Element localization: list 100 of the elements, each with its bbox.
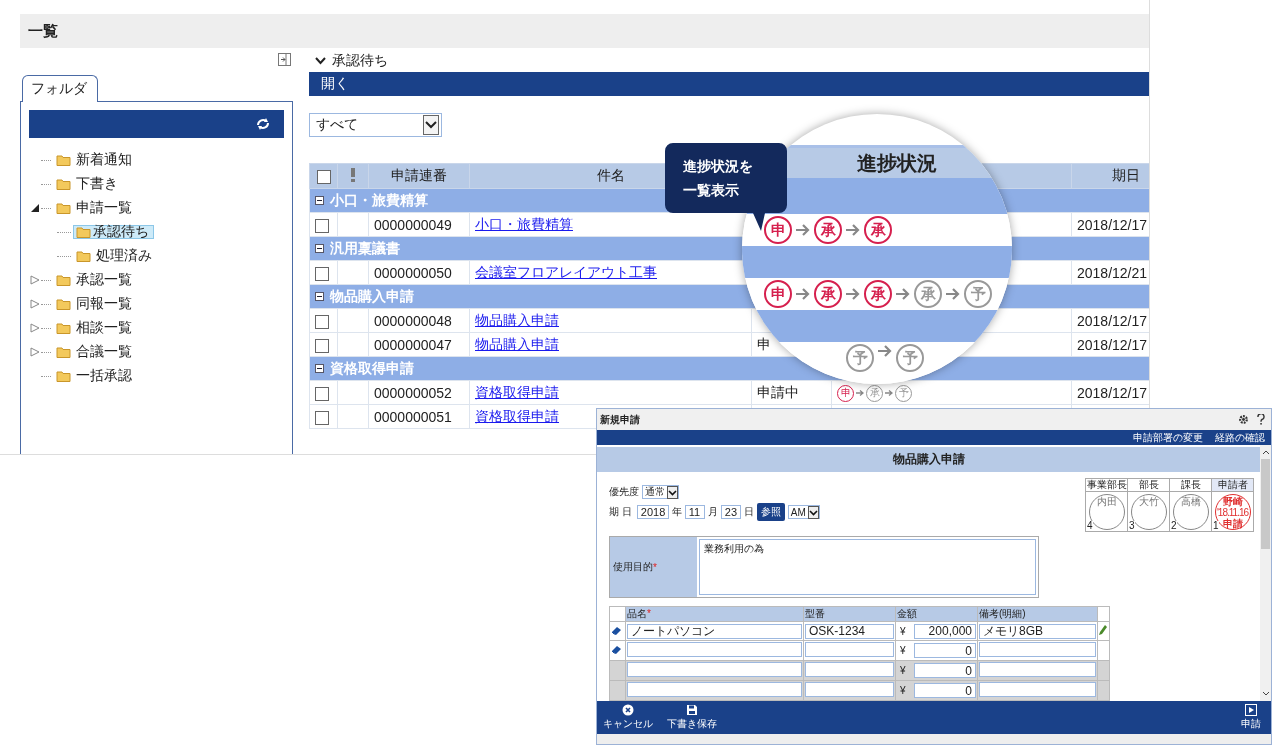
collapse-icon[interactable] xyxy=(315,244,324,253)
save-draft-button[interactable]: 下書き保存 xyxy=(665,701,719,734)
table-cell: 0000000050 xyxy=(374,264,452,281)
collapsed-triangle-icon[interactable] xyxy=(30,275,40,285)
help-icon[interactable] xyxy=(1257,414,1265,425)
text-field[interactable] xyxy=(627,662,802,677)
eraser-icon[interactable] xyxy=(611,625,622,635)
amount-field[interactable]: 0 xyxy=(914,663,976,678)
filter-select[interactable]: すべて xyxy=(309,113,442,137)
page-title: 一覧 xyxy=(28,21,58,41)
folder-icon xyxy=(76,250,91,262)
year-field[interactable]: 2018 xyxy=(636,505,669,519)
text-field[interactable] xyxy=(979,662,1096,677)
submit-button[interactable]: 申請 xyxy=(1239,701,1263,734)
order-number: 1 xyxy=(1213,521,1219,531)
table-cell: 0000000047 xyxy=(374,336,452,353)
text-field[interactable]: メモリ8GB xyxy=(979,623,1096,639)
collapse-panel-icon[interactable] xyxy=(278,53,291,66)
collapse-icon[interactable] xyxy=(315,364,324,373)
currency-label: ¥ xyxy=(900,645,906,656)
save-icon xyxy=(686,704,698,716)
collapse-icon[interactable] xyxy=(315,196,324,205)
scroll-down-icon[interactable] xyxy=(1261,691,1270,697)
subject-link[interactable]: 資格取得申請 xyxy=(475,407,559,424)
amount-field[interactable]: 200,000 xyxy=(914,623,976,639)
table-cell: 0000000049 xyxy=(374,216,452,233)
folder-item[interactable]: 申請一覧 xyxy=(53,197,137,219)
row-checkbox[interactable] xyxy=(315,314,329,329)
priority-select[interactable]: 通常 xyxy=(642,485,679,499)
folder-tab[interactable]: フォルダ xyxy=(22,75,98,102)
header-link[interactable]: 経路の確認 xyxy=(1215,430,1265,445)
column-header: 型番 xyxy=(805,608,825,619)
text-field[interactable] xyxy=(805,642,894,657)
collapsed-triangle-icon[interactable] xyxy=(30,347,40,357)
text-field[interactable]: OSK-1234 xyxy=(805,623,894,639)
folder-icon xyxy=(56,202,71,214)
text-field[interactable] xyxy=(805,662,894,677)
caret-icon xyxy=(423,115,439,135)
scrollbar-thumb[interactable] xyxy=(1261,459,1270,549)
folder-item[interactable]: 承認一覧 xyxy=(53,269,137,291)
row-checkbox[interactable] xyxy=(315,218,329,233)
arrow-icon xyxy=(856,389,864,398)
folder-item[interactable]: 処理済み xyxy=(73,245,157,267)
folder-item[interactable]: 合議一覧 xyxy=(53,341,137,363)
collapsed-triangle-icon[interactable] xyxy=(30,299,40,309)
text-field[interactable] xyxy=(979,642,1096,657)
folder-icon xyxy=(76,226,91,238)
text-field[interactable]: ノートパソコン xyxy=(627,623,802,639)
stamp: 予 xyxy=(964,280,992,308)
refresh-icon[interactable] xyxy=(256,118,270,130)
unit-label: 月 xyxy=(707,505,718,519)
amount-field[interactable]: 0 xyxy=(914,643,976,658)
text-field[interactable] xyxy=(805,682,894,697)
folder-item[interactable]: 下書き xyxy=(53,173,123,195)
folder-icon xyxy=(56,178,71,190)
group-title: 資格取得申請 xyxy=(330,359,414,378)
section-toggle[interactable]: 承認待ち xyxy=(309,50,1149,72)
row-checkbox[interactable] xyxy=(315,386,329,401)
currency-label: ¥ xyxy=(900,665,906,676)
text-field[interactable] xyxy=(979,682,1096,697)
folder-item[interactable]: 一括承認 xyxy=(53,365,137,387)
stamp: 承 xyxy=(864,280,892,308)
scrollbar[interactable] xyxy=(1260,445,1271,701)
purpose-textarea[interactable]: 業務利用の為 xyxy=(699,539,1036,595)
folder-item[interactable]: 新着通知 xyxy=(53,149,137,171)
folder-item[interactable]: 同報一覧 xyxy=(53,293,137,315)
row-checkbox[interactable] xyxy=(315,338,329,353)
amount-field[interactable]: 0 xyxy=(914,683,976,698)
select-all-checkbox[interactable] xyxy=(316,170,331,185)
time-select[interactable]: AM xyxy=(787,505,820,519)
day-field[interactable]: 23 xyxy=(720,505,741,519)
row-checkbox[interactable] xyxy=(315,410,329,425)
arrow-icon xyxy=(795,287,811,301)
collapsed-triangle-icon[interactable] xyxy=(30,323,40,333)
month-field[interactable]: 11 xyxy=(684,505,705,519)
cancel-icon xyxy=(622,704,634,716)
arrow-icon xyxy=(845,287,861,301)
row-checkbox[interactable] xyxy=(315,266,329,281)
collapse-icon[interactable] xyxy=(315,292,324,301)
text-field[interactable] xyxy=(627,642,802,657)
text-field[interactable] xyxy=(627,682,802,697)
settings-icon[interactable] xyxy=(1238,414,1249,425)
required-mark: * xyxy=(653,561,657,573)
browse-button[interactable]: 参照 xyxy=(756,503,785,521)
open-button[interactable]: 開く xyxy=(309,75,361,93)
required-mark: * xyxy=(647,608,651,619)
currency-label: ¥ xyxy=(900,685,906,696)
header-link[interactable]: 申請部署の変更 xyxy=(1133,430,1203,445)
cancel-button[interactable]: キャンセル xyxy=(601,701,655,734)
eraser-icon[interactable] xyxy=(611,645,622,654)
folder-icon xyxy=(56,154,71,166)
expanded-triangle-icon[interactable] xyxy=(30,203,40,213)
stamp: 承 xyxy=(914,280,942,308)
column-header[interactable]: 件名 xyxy=(596,167,625,183)
table-cell: 2018/12/17 xyxy=(1077,312,1148,329)
scroll-up-icon[interactable] xyxy=(1261,449,1270,455)
column-header: 品名 xyxy=(627,608,647,619)
folder-item[interactable]: 相談一覧 xyxy=(53,317,137,339)
folder-item[interactable]: 承認待ち xyxy=(73,225,154,239)
arrow-icon xyxy=(885,389,893,398)
